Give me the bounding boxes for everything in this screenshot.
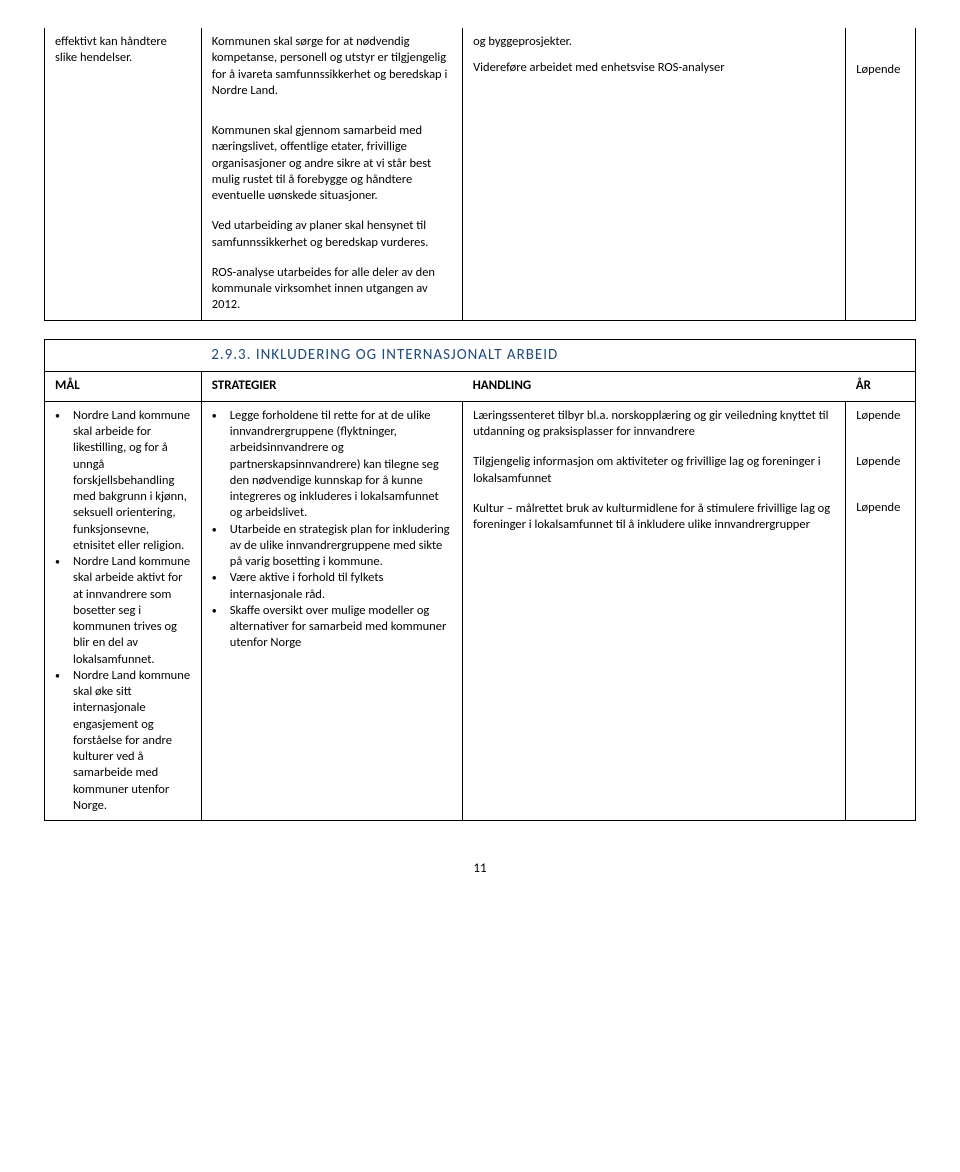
cell-mal: effektivt kan håndtere slike hendelser. [45, 28, 202, 105]
cell-strategier: • Legge forholdene til rette for at de u… [201, 401, 462, 820]
bullet-icon: • [212, 408, 230, 424]
table-row: • Nordre Land kommune skal arbeide for l… [45, 401, 916, 820]
table-row: Kommunen skal gjennom samarbeid med næri… [45, 105, 916, 320]
text: Kultur – målrettet bruk av kulturmidlene… [473, 501, 835, 534]
text: Tilgjengelig informasjon om aktiviteter … [473, 454, 835, 487]
header-row: MÅL STRATEGIER HANDLING ÅR [45, 372, 916, 402]
table-row: effektivt kan håndtere slike hendelser. … [45, 28, 916, 105]
cell-mal: • Nordre Land kommune skal arbeide for l… [45, 401, 202, 820]
table-continuation: effektivt kan håndtere slike hendelser. … [44, 28, 916, 321]
bullet-icon: • [212, 570, 230, 586]
table-inkludering: 2.9.3. INKLUDERING OG INTERNASJONALT ARB… [44, 339, 916, 822]
text: Løpende [856, 500, 905, 516]
cell-strategier: Kommunen skal sørge for at nødvendig kom… [201, 28, 462, 105]
section-heading: 2.9.3. INKLUDERING OG INTERNASJONALT ARB… [211, 346, 558, 364]
cell-handling: og byggeprosjekter. Videreføre arbeidet … [463, 28, 846, 105]
bullet-icon: • [55, 554, 73, 570]
text: Løpende [856, 454, 905, 470]
text: Nordre Land kommune skal øke sitt intern… [73, 668, 191, 814]
heading-row: 2.9.3. INKLUDERING OG INTERNASJONALT ARB… [45, 339, 916, 372]
text: Videreføre arbeidet med enhetsvise ROS-a… [473, 60, 835, 76]
text: ROS-analyse utarbeides for alle deler av… [212, 265, 452, 314]
text: Nordre Land kommune skal arbeide for lik… [73, 408, 191, 554]
bullet-icon: • [212, 603, 230, 619]
text: Skaffe oversikt over mulige modeller og … [230, 603, 452, 652]
cell-handling-empty [463, 105, 846, 320]
text: Læringssenteret tilbyr bl.a. norskopplær… [473, 408, 835, 441]
cell-ar-empty [846, 105, 916, 320]
text: Løpende [856, 62, 900, 77]
header-ar: ÅR [846, 372, 916, 402]
header-strategier: STRATEGIER [201, 372, 462, 402]
cell-ar: Løpende Løpende Løpende [846, 401, 916, 820]
bullet-icon: • [55, 668, 73, 684]
bullet-icon: • [55, 408, 73, 424]
bullet-icon: • [212, 522, 230, 538]
text: effektivt kan håndtere slike hendelser. [55, 34, 167, 65]
cell-heading: 2.9.3. INKLUDERING OG INTERNASJONALT ARB… [201, 339, 915, 372]
cell-handling: Læringssenteret tilbyr bl.a. norskopplær… [463, 401, 846, 820]
text: Kommunen skal sørge for at nødvendig kom… [212, 34, 448, 98]
text: Ved utarbeiding av planer skal hensynet … [212, 218, 452, 251]
cell-ar: Løpende [846, 28, 916, 105]
header-mal: MÅL [45, 372, 202, 402]
cell-strategier-cont: Kommunen skal gjennom samarbeid med næri… [201, 105, 462, 320]
header-handling: HANDLING [463, 372, 846, 402]
text: Kommunen skal gjennom samarbeid med næri… [212, 123, 452, 204]
cell-empty [45, 339, 202, 372]
cell-mal-empty [45, 105, 202, 320]
text: Utarbeide en strategisk plan for inklude… [230, 522, 452, 571]
text: og byggeprosjekter. [473, 34, 835, 50]
text: Være aktive i forhold til fylkets intern… [230, 570, 452, 603]
text: Løpende [856, 408, 905, 424]
text: Nordre Land kommune skal arbeide aktivt … [73, 554, 191, 668]
text: Legge forholdene til rette for at de uli… [230, 408, 452, 522]
page-number: 11 [44, 861, 916, 878]
